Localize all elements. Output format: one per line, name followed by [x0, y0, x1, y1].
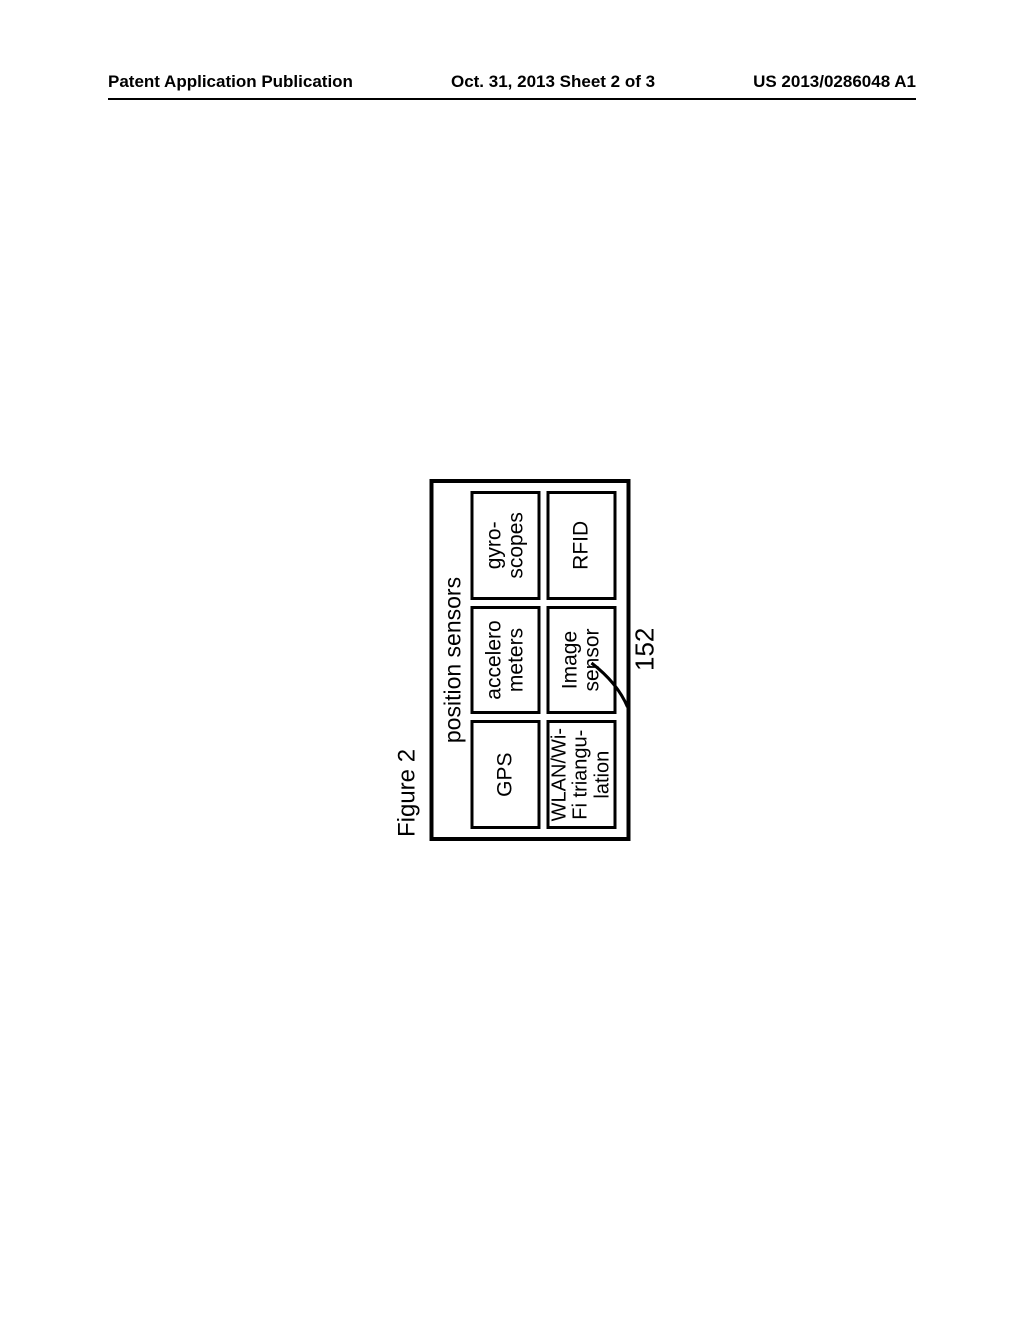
header-pub-number: US 2013/0286048 A1	[753, 72, 916, 92]
figure-stage: Figure 2 position sensors GPS accelero m…	[394, 479, 631, 841]
sensor-label: accelero meters	[483, 620, 528, 699]
sensor-rfid: RFID	[547, 491, 617, 600]
sensor-label: RFID	[570, 521, 592, 570]
sensor-wlan-triangulation: WLAN/Wi- Fi triangu- lation	[547, 720, 617, 829]
sensor-label: WLAN/Wi- Fi triangu- lation	[550, 728, 614, 821]
header-divider	[108, 98, 916, 100]
sensor-label: gyro- scopes	[483, 512, 528, 579]
reference-number: 152	[630, 628, 661, 671]
header-date-sheet: Oct. 31, 2013 Sheet 2 of 3	[451, 72, 655, 92]
header-publication: Patent Application Publication	[108, 72, 353, 92]
figure-label: Figure 2	[394, 479, 422, 841]
sensor-gps: GPS	[471, 720, 541, 829]
sensor-accelerometers: accelero meters	[471, 606, 541, 715]
block-title: position sensors	[440, 491, 467, 829]
page-header: Patent Application Publication Oct. 31, …	[0, 72, 1024, 92]
sensor-gyroscopes: gyro- scopes	[471, 491, 541, 600]
sensor-label: GPS	[494, 753, 516, 797]
